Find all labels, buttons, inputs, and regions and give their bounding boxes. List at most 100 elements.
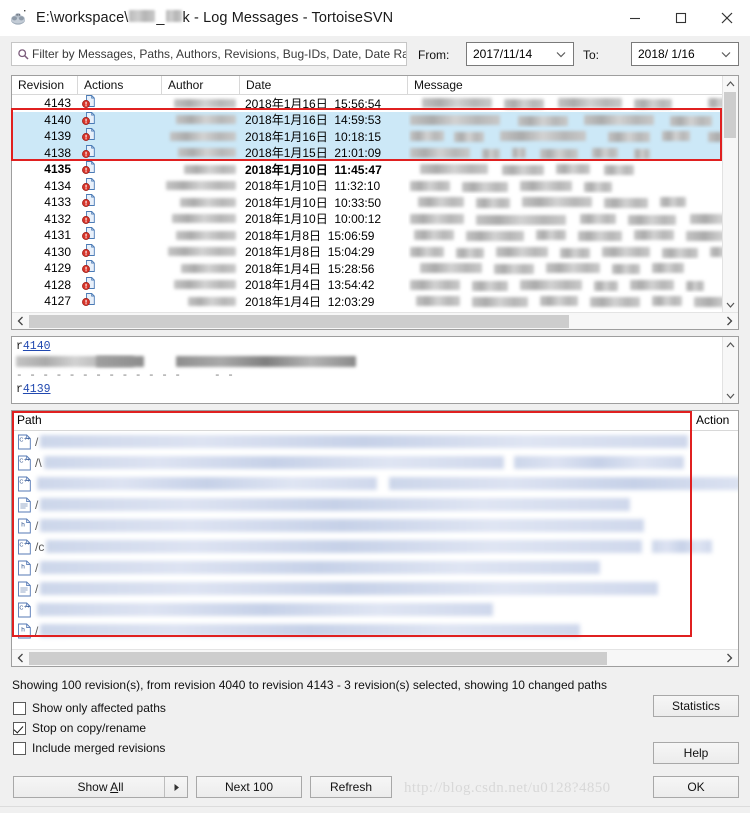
maximize-button[interactable] xyxy=(658,0,704,36)
path-row[interactable]: h / xyxy=(12,557,738,578)
message-redaction xyxy=(662,247,698,258)
column-header-date[interactable]: Date xyxy=(240,76,408,94)
filter-input[interactable]: Filter by Messages, Paths, Authors, Revi… xyxy=(11,42,407,66)
svg-text:C: C xyxy=(19,479,23,485)
author-redaction xyxy=(176,230,236,240)
revision-vscrollbar[interactable] xyxy=(722,76,738,312)
path-row[interactable]: / xyxy=(12,578,738,599)
revision-row[interactable]: 4130 2018年1月8日 15:04:29 xyxy=(12,243,738,261)
message-redaction xyxy=(456,247,484,258)
path-row[interactable]: h / xyxy=(12,620,738,641)
path-redaction-group xyxy=(40,581,738,596)
revision-row[interactable]: 4131 2018年1月8日 15:06:59 xyxy=(12,227,738,244)
checkbox-include-merged-revisions[interactable] xyxy=(13,741,26,755)
revision-row[interactable]: 4132 2018年1月10日 10:00:12 xyxy=(12,210,738,228)
path-row[interactable]: C ++ xyxy=(12,473,738,494)
message-vscrollbar[interactable] xyxy=(722,337,738,403)
path-redaction-group xyxy=(46,539,738,554)
revision-link-2[interactable]: r4139 xyxy=(16,383,738,396)
message-redaction xyxy=(420,164,488,174)
close-button[interactable] xyxy=(704,0,750,36)
option-stop-on-copy-rename[interactable]: Stop on copy/rename xyxy=(13,719,146,737)
path-row[interactable]: C ++/c xyxy=(12,536,738,557)
revision-link-1[interactable]: r4140 xyxy=(16,340,738,353)
message-redaction xyxy=(504,99,544,109)
from-date-picker[interactable]: 2017/11/14 xyxy=(466,42,574,66)
revision-row[interactable]: 4139 2018年1月16日 10:18:15 xyxy=(12,128,738,145)
revision-row[interactable]: 4143 2018年1月16日 15:56:54 xyxy=(12,95,738,112)
message-redaction xyxy=(496,246,548,257)
revision-date: 2018年1月16日 10:18:15 xyxy=(245,129,382,144)
column-header-path[interactable]: Path xyxy=(12,411,691,430)
revision-link-number-1[interactable]: 4140 xyxy=(23,340,51,353)
path-redaction xyxy=(652,540,713,553)
revision-row[interactable]: 4133 2018年1月10日 10:33:50 xyxy=(12,194,738,211)
path-text: / xyxy=(35,518,39,533)
ok-button[interactable]: OK xyxy=(653,776,739,798)
path-hscrollbar[interactable] xyxy=(12,649,738,666)
to-date-picker[interactable]: 2018/ 1/16 xyxy=(631,42,739,66)
path-scroll-right-icon[interactable] xyxy=(721,653,738,663)
refresh-button[interactable]: Refresh xyxy=(310,776,392,798)
column-header-action[interactable]: Action xyxy=(691,411,738,430)
revision-action-icons xyxy=(78,276,162,294)
scroll-up-icon[interactable] xyxy=(723,76,738,91)
commit-message-pane[interactable]: r4140 - - - - - - - - - - - - - - - r413… xyxy=(11,336,739,404)
svg-text:h: h xyxy=(21,521,25,528)
message-redaction xyxy=(416,296,460,306)
revision-row[interactable]: 4138 2018年1月15日 21:01:09 xyxy=(12,144,738,161)
option-include-merged-revisions[interactable]: Include merged revisions xyxy=(13,739,165,757)
path-scroll-left-icon[interactable] xyxy=(12,653,29,663)
column-header-revision[interactable]: Revision xyxy=(12,76,78,94)
message-redaction xyxy=(602,246,650,257)
revision-list-header: Revision Actions Author Date Message xyxy=(12,76,738,95)
show-all-suffix: ll xyxy=(118,780,124,794)
author-redaction xyxy=(172,214,236,224)
path-redaction-group xyxy=(40,434,738,449)
revision-list[interactable]: Revision Actions Author Date Message 414… xyxy=(11,75,739,330)
revision-hscroll-thumb[interactable] xyxy=(29,314,569,328)
path-row[interactable]: C ++/\ xyxy=(12,452,738,473)
statistics-button[interactable]: Statistics xyxy=(653,695,739,717)
scroll-right-icon[interactable] xyxy=(721,316,738,326)
path-redaction-group xyxy=(43,455,738,470)
scroll-down-icon[interactable] xyxy=(723,297,738,312)
path-text: /c xyxy=(35,539,45,554)
checkbox-stop-on-copy-rename[interactable] xyxy=(13,721,26,735)
to-label: To: xyxy=(583,48,600,62)
revision-author xyxy=(162,214,240,224)
show-all-dropdown-arrow-icon[interactable] xyxy=(164,777,187,797)
show-all-button[interactable]: Show All xyxy=(13,776,188,798)
revision-row[interactable]: 4134 2018年1月10日 11:32:10 xyxy=(12,177,738,195)
revision-author xyxy=(162,296,240,306)
column-header-actions[interactable]: Actions xyxy=(78,76,162,94)
path-row[interactable]: C ++ / xyxy=(12,431,738,452)
path-row[interactable]: h / xyxy=(12,515,738,536)
message-redaction xyxy=(560,247,590,258)
path-hscroll-track[interactable] xyxy=(29,651,721,665)
revision-row[interactable]: 4129 2018年1月4日 15:28:56 xyxy=(12,260,738,277)
column-header-author[interactable]: Author xyxy=(162,76,240,94)
revision-link-number-2[interactable]: 4139 xyxy=(23,383,51,396)
help-button[interactable]: Help xyxy=(653,742,739,764)
revision-hscrollbar[interactable] xyxy=(12,312,738,329)
revision-row[interactable]: 4135 2018年1月10日 11:45:47 xyxy=(12,161,738,178)
revision-row[interactable]: 4127 2018年1月4日 12:03:29 xyxy=(12,293,738,310)
next-100-button[interactable]: Next 100 xyxy=(196,776,302,798)
revision-row[interactable]: 4128 2018年1月4日 13:54:42 xyxy=(12,276,738,294)
path-hscroll-thumb[interactable] xyxy=(29,651,607,665)
changed-paths-list[interactable]: Path Action C ++ / C ++/\ C ++ / h / C ++/c h / / C ++ h / xyxy=(11,410,739,667)
minimize-button[interactable] xyxy=(612,0,658,36)
message-redaction-c xyxy=(176,356,356,367)
scroll-left-icon[interactable] xyxy=(12,316,29,326)
message-scroll-up-icon[interactable] xyxy=(723,337,738,352)
revision-row[interactable]: 4140 2018年1月16日 14:59:53 xyxy=(12,111,738,128)
column-header-message[interactable]: Message xyxy=(408,76,738,94)
message-scroll-down-icon[interactable] xyxy=(723,388,738,403)
checkbox-show-only-affected-paths[interactable] xyxy=(13,701,26,715)
option-show-only-affected-paths[interactable]: Show only affected paths xyxy=(13,699,166,717)
revision-vscroll-thumb[interactable] xyxy=(724,92,736,138)
path-row[interactable]: / xyxy=(12,494,738,515)
revision-hscroll-track[interactable] xyxy=(29,314,721,328)
path-row[interactable]: C ++ xyxy=(12,599,738,620)
